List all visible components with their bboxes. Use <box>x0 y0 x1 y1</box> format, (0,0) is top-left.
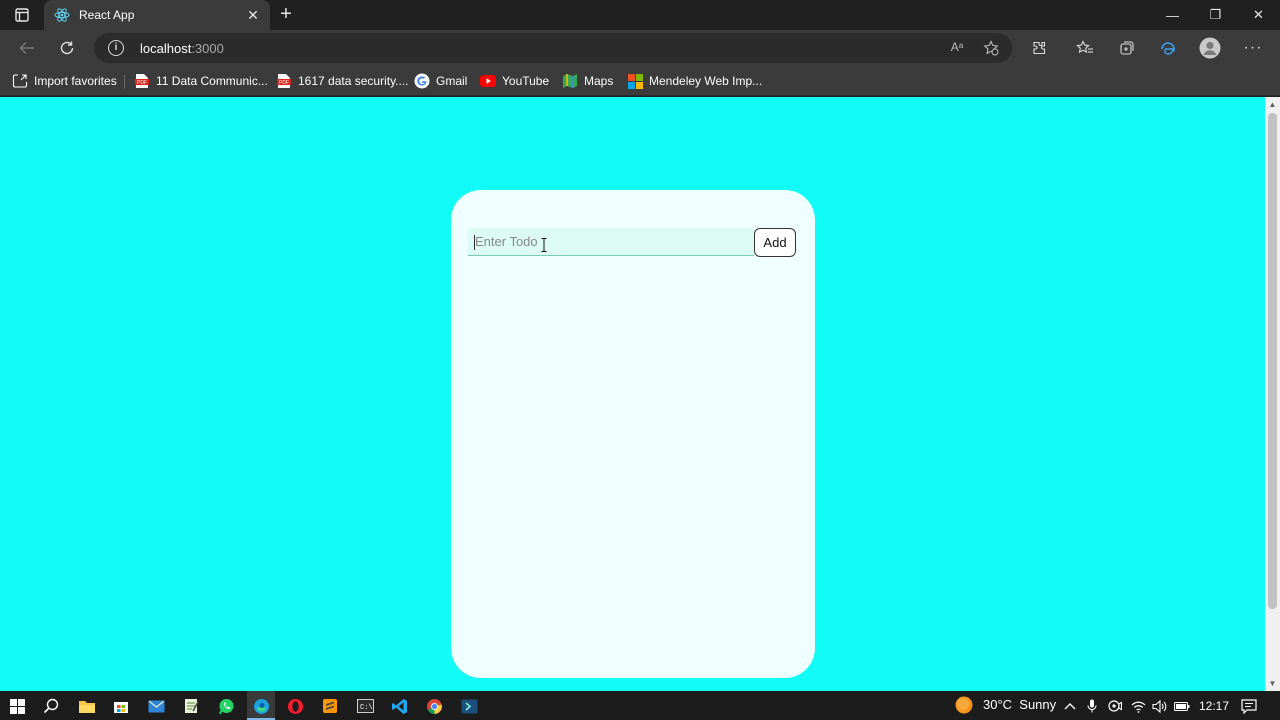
vscode-icon[interactable] <box>388 695 410 717</box>
windows-start-icon[interactable] <box>6 695 28 717</box>
favorites-icon[interactable] <box>1074 38 1096 58</box>
favorite-data-security[interactable]: PDF 1617 data security.... <box>276 72 409 90</box>
read-aloud-icon[interactable]: Aᵃ <box>948 40 966 56</box>
new-tab-button[interactable]: + <box>276 4 296 26</box>
todo-input[interactable] <box>468 228 754 256</box>
react-icon <box>54 7 70 23</box>
add-favorite-icon[interactable] <box>982 40 1000 56</box>
refresh-button[interactable] <box>54 36 80 60</box>
restore-button[interactable]: ❐ <box>1194 0 1237 30</box>
favorites-separator <box>124 75 125 89</box>
close-window-button[interactable]: ✕ <box>1237 0 1280 30</box>
chrome-icon[interactable] <box>423 695 445 717</box>
minimize-button[interactable]: — <box>1151 0 1194 30</box>
edge-taskbar-icon[interactable] <box>250 695 272 717</box>
google-icon <box>414 73 430 89</box>
scroll-up-icon[interactable]: ▲ <box>1268 100 1277 109</box>
favorite-data-communication[interactable]: PDF 11 Data Communic... <box>134 72 268 90</box>
windows-taskbar: C:\ 30°C Sunny 12:17 <box>0 691 1280 720</box>
pdf-icon: PDF <box>134 73 150 89</box>
store-icon[interactable] <box>110 695 132 717</box>
text-caret <box>474 235 475 250</box>
collections-icon[interactable] <box>1116 38 1138 58</box>
favorite-youtube[interactable]: YouTube <box>480 72 549 90</box>
back-button[interactable] <box>14 36 40 60</box>
browser-tab-bar: React App ✕ + — ❐ ✕ <box>0 0 1280 30</box>
favorite-import[interactable]: Import favorites <box>12 72 117 90</box>
extensions-icon[interactable] <box>1028 38 1050 58</box>
scroll-down-icon[interactable]: ▼ <box>1268 679 1277 688</box>
edge-icon[interactable] <box>1157 38 1179 58</box>
import-icon <box>12 73 28 89</box>
terminal-icon[interactable]: C:\ <box>354 695 376 717</box>
chevron-up-icon[interactable] <box>1062 698 1078 714</box>
youtube-icon <box>480 73 496 89</box>
pdf-icon: PDF <box>276 73 292 89</box>
taskbar-clock[interactable]: 12:17 <box>1199 699 1229 713</box>
powershell-icon[interactable] <box>458 695 480 717</box>
svg-text:PDF: PDF <box>137 80 147 86</box>
battery-icon[interactable] <box>1174 698 1190 714</box>
volume-icon[interactable] <box>1151 698 1167 714</box>
mail-icon[interactable] <box>145 695 167 717</box>
favorite-mendeley[interactable]: Mendeley Web Imp... <box>627 72 762 90</box>
weather-text[interactable]: 30°C Sunny <box>983 697 1056 712</box>
profile-avatar[interactable] <box>1199 37 1221 59</box>
file-explorer-icon[interactable] <box>76 695 98 717</box>
tab-title: React App <box>79 8 135 22</box>
svg-text:PDF: PDF <box>279 80 289 86</box>
favorite-maps[interactable]: Maps <box>562 72 613 90</box>
page-scrollbar[interactable]: ▲ ▼ <box>1265 97 1280 691</box>
settings-menu-icon[interactable]: ··· <box>1242 38 1264 58</box>
microphone-icon[interactable] <box>1084 698 1100 714</box>
wifi-icon[interactable] <box>1130 698 1146 714</box>
maps-icon <box>562 73 578 89</box>
opera-icon[interactable] <box>284 695 306 717</box>
page-viewport: Add <box>0 97 1265 691</box>
svg-text:C:\: C:\ <box>360 704 373 712</box>
notifications-icon[interactable] <box>1241 698 1257 714</box>
notepad-icon[interactable] <box>180 695 202 717</box>
window-controls: — ❐ ✕ <box>1151 0 1280 30</box>
site-info-icon[interactable]: i <box>108 40 124 56</box>
text-cursor-icon <box>541 238 547 252</box>
sublime-text-icon[interactable] <box>319 695 341 717</box>
tab-react-app[interactable]: React App ✕ <box>44 0 270 30</box>
tab-actions-icon[interactable] <box>8 4 36 26</box>
tab-close-icon[interactable]: ✕ <box>244 7 262 24</box>
url-text[interactable]: localhost:3000 <box>140 41 224 56</box>
address-bar[interactable]: i localhost:3000 Aᵃ <box>94 33 1012 63</box>
favorites-bar: Import favorites PDF 11 Data Communic...… <box>0 66 1280 96</box>
favorite-gmail[interactable]: Gmail <box>414 72 467 90</box>
camera-icon[interactable] <box>1107 698 1123 714</box>
weather-sun-icon[interactable] <box>955 696 973 714</box>
scrollbar-thumb[interactable] <box>1268 113 1277 609</box>
add-todo-button[interactable]: Add <box>754 228 796 257</box>
todo-card: Add <box>451 190 815 678</box>
microsoft-icon <box>627 73 643 89</box>
whatsapp-icon[interactable] <box>215 695 237 717</box>
browser-toolbar: i localhost:3000 Aᵃ ··· <box>0 30 1280 66</box>
search-icon[interactable] <box>40 695 62 717</box>
